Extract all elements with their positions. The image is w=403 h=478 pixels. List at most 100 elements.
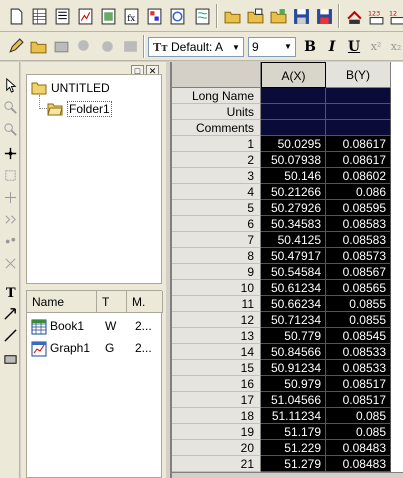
open-excel-icon[interactable] bbox=[268, 6, 288, 26]
screen-reader-icon[interactable] bbox=[1, 144, 19, 162]
line-tool-icon[interactable] bbox=[1, 326, 19, 344]
meta-row-label[interactable]: Comments bbox=[172, 120, 261, 136]
new-excel-icon[interactable] bbox=[52, 6, 72, 26]
meta-row-label[interactable]: Units bbox=[172, 104, 261, 120]
new-graph-icon[interactable] bbox=[75, 6, 95, 26]
row-number[interactable]: 2 bbox=[172, 152, 261, 168]
results-icon[interactable] bbox=[120, 36, 140, 56]
data-cell-b[interactable]: 0.08573 bbox=[326, 248, 391, 264]
row-number[interactable]: 5 bbox=[172, 200, 261, 216]
data-cell-b[interactable]: 0.086 bbox=[326, 184, 391, 200]
row-number[interactable]: 10 bbox=[172, 280, 261, 296]
rectangle-tool-icon[interactable] bbox=[1, 350, 19, 368]
data-cell-a[interactable]: 50.91234 bbox=[261, 360, 326, 376]
meta-cell-b[interactable] bbox=[326, 88, 391, 104]
data-cell-a[interactable]: 50.27926 bbox=[261, 200, 326, 216]
data-cell-b[interactable]: 0.0855 bbox=[326, 296, 391, 312]
comment-icon[interactable] bbox=[97, 36, 117, 56]
column-header-a[interactable]: A(X) bbox=[261, 62, 326, 88]
data-cell-a[interactable]: 50.71234 bbox=[261, 312, 326, 328]
data-cell-a[interactable]: 50.07938 bbox=[261, 152, 326, 168]
data-cell-b[interactable]: 0.085 bbox=[326, 424, 391, 440]
arrow-tool-icon[interactable] bbox=[1, 304, 19, 322]
row-number[interactable]: 18 bbox=[172, 408, 261, 424]
save-icon[interactable] bbox=[291, 6, 311, 26]
data-cell-a[interactable]: 50.47917 bbox=[261, 248, 326, 264]
data-cell-b[interactable]: 0.08483 bbox=[326, 440, 391, 456]
tree-folder[interactable]: Folder1 bbox=[47, 101, 112, 117]
data-cell-a[interactable]: 50.4125 bbox=[261, 232, 326, 248]
row-number[interactable]: 19 bbox=[172, 424, 261, 440]
data-cell-b[interactable]: 0.08617 bbox=[326, 136, 391, 152]
open-folder-icon[interactable] bbox=[222, 6, 242, 26]
data-cell-a[interactable]: 50.34583 bbox=[261, 216, 326, 232]
import-wizard-icon[interactable]: 12 bbox=[387, 6, 403, 26]
meta-row-label[interactable]: Long Name bbox=[172, 88, 261, 104]
list-item[interactable]: Graph1 G 2... bbox=[27, 339, 163, 359]
row-number[interactable]: 15 bbox=[172, 360, 261, 376]
new-project-icon[interactable] bbox=[6, 6, 26, 26]
select-all-corner[interactable] bbox=[172, 62, 261, 88]
row-number[interactable]: 1 bbox=[172, 136, 261, 152]
data-cell-b[interactable]: 0.08483 bbox=[326, 456, 391, 472]
data-cell-a[interactable]: 50.21266 bbox=[261, 184, 326, 200]
row-number[interactable]: 6 bbox=[172, 216, 261, 232]
data-cell-b[interactable]: 0.08595 bbox=[326, 200, 391, 216]
data-cell-a[interactable]: 50.979 bbox=[261, 376, 326, 392]
data-cell-a[interactable]: 50.0295 bbox=[261, 136, 326, 152]
open-template-icon[interactable] bbox=[245, 6, 265, 26]
row-number[interactable]: 7 bbox=[172, 232, 261, 248]
mask-points-icon[interactable] bbox=[1, 210, 19, 228]
open-folder-small-icon[interactable] bbox=[28, 36, 48, 56]
new-worksheet-icon[interactable] bbox=[29, 6, 49, 26]
data-selector-icon[interactable] bbox=[1, 188, 19, 206]
row-number[interactable]: 3 bbox=[172, 168, 261, 184]
data-cell-b[interactable]: 0.08583 bbox=[326, 216, 391, 232]
row-number[interactable]: 8 bbox=[172, 248, 261, 264]
meta-cell-b[interactable] bbox=[326, 120, 391, 136]
font-select[interactable]: Tт Default: A ▼ bbox=[148, 37, 244, 57]
data-cell-b[interactable]: 0.08583 bbox=[326, 232, 391, 248]
new-notes-icon[interactable] bbox=[167, 6, 187, 26]
data-cell-b[interactable]: 0.08567 bbox=[326, 264, 391, 280]
data-cell-a[interactable]: 51.04566 bbox=[261, 392, 326, 408]
zoom-in-icon[interactable] bbox=[1, 98, 19, 116]
data-cell-b[interactable]: 0.08517 bbox=[326, 392, 391, 408]
data-cell-a[interactable]: 50.61234 bbox=[261, 280, 326, 296]
data-cell-a[interactable]: 50.779 bbox=[261, 328, 326, 344]
speech-icon[interactable] bbox=[74, 36, 94, 56]
new-layout-icon[interactable] bbox=[144, 6, 164, 26]
zoom-out-icon[interactable] bbox=[1, 120, 19, 138]
row-number[interactable]: 17 bbox=[172, 392, 261, 408]
data-cell-a[interactable]: 50.146 bbox=[261, 168, 326, 184]
row-number[interactable]: 11 bbox=[172, 296, 261, 312]
row-number[interactable]: 9 bbox=[172, 264, 261, 280]
data-cell-a[interactable]: 50.84566 bbox=[261, 344, 326, 360]
data-cell-a[interactable]: 50.54584 bbox=[261, 264, 326, 280]
region-mask-icon[interactable] bbox=[1, 254, 19, 272]
data-cell-a[interactable]: 51.11234 bbox=[261, 408, 326, 424]
data-cell-b[interactable]: 0.08617 bbox=[326, 152, 391, 168]
data-cell-b[interactable]: 0.08533 bbox=[326, 360, 391, 376]
plot-setup-icon[interactable] bbox=[51, 36, 71, 56]
font-size-select[interactable]: 9 ▼ bbox=[248, 37, 296, 57]
data-cell-b[interactable]: 0.08565 bbox=[326, 280, 391, 296]
new-matrix-icon[interactable] bbox=[98, 6, 118, 26]
horizontal-scrollbar[interactable] bbox=[172, 472, 403, 478]
row-number[interactable]: 21 bbox=[172, 456, 261, 472]
pencil-icon[interactable] bbox=[5, 36, 25, 56]
data-cell-b[interactable]: 0.08533 bbox=[326, 344, 391, 360]
meta-cell-a[interactable] bbox=[261, 104, 326, 120]
data-cell-b[interactable]: 0.085 bbox=[326, 408, 391, 424]
data-cell-b[interactable]: 0.08545 bbox=[326, 328, 391, 344]
bold-button[interactable]: B bbox=[300, 37, 320, 57]
data-reader-icon[interactable] bbox=[1, 166, 19, 184]
col-header-name[interactable]: Name bbox=[27, 291, 97, 313]
list-item[interactable]: Book1 W 2... bbox=[27, 317, 163, 337]
meta-cell-a[interactable] bbox=[261, 88, 326, 104]
data-cell-b[interactable]: 0.08602 bbox=[326, 168, 391, 184]
italic-button[interactable]: I bbox=[322, 37, 342, 57]
superscript-button[interactable]: x² bbox=[366, 37, 386, 57]
new-script-icon[interactable] bbox=[192, 6, 212, 26]
import-ascii-icon[interactable] bbox=[344, 6, 364, 26]
